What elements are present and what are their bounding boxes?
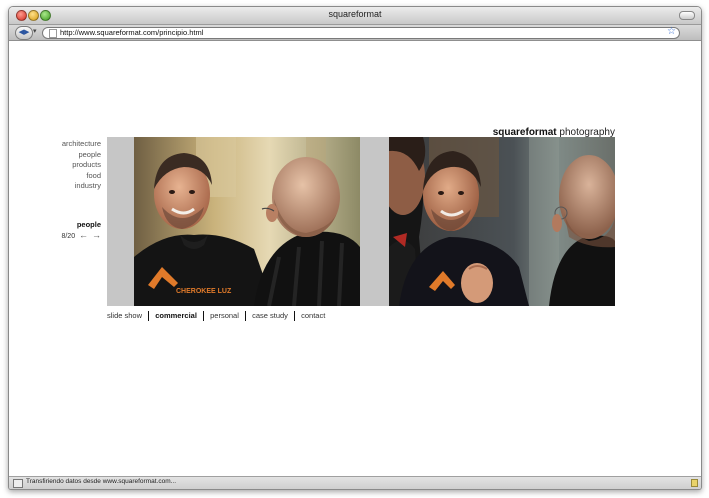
address-bar[interactable]: http://www.squareformat.com/principio.ht… [42,26,680,39]
nav-slide-show[interactable]: slide show [107,311,142,320]
page-content: squareformat photography architecture pe… [9,41,701,474]
status-bar: Transfiriendo datos desde www.squareform… [9,476,701,489]
url-text[interactable]: http://www.squareformat.com/principio.ht… [60,28,203,38]
arrow-left-icon[interactable]: ← [79,231,88,240]
toolbar-toggle-button[interactable] [679,11,695,20]
category-food[interactable]: food [39,171,101,182]
section-title: people [76,220,101,229]
gallery-photo-1[interactable]: CHEROKEE LUZ [134,137,360,306]
arrow-right-icon[interactable]: → [92,231,101,240]
category-menu: architecture people products food indust… [39,139,101,192]
category-industry[interactable]: industry [39,181,101,192]
nav-contact[interactable]: contact [301,311,325,320]
nav-personal[interactable]: personal [210,311,239,320]
back-arrow-icon: ◀▶ [18,29,30,36]
gallery-photo-2[interactable] [389,137,615,306]
category-people[interactable]: people [39,150,101,161]
category-products[interactable]: products [39,160,101,171]
nav-separator [203,311,205,322]
footer-navigation: slide show commercial personal case stud… [107,311,325,322]
nav-separator [148,311,150,322]
nav-separator [294,311,296,322]
page-counter: 8/20 [61,233,76,240]
window-title: squareformat [328,9,382,19]
resize-handle[interactable] [691,479,698,487]
history-dropdown-icon[interactable]: ▾ [33,27,37,35]
browser-window: squareformat ◀▶ ▾ http://www.squareforma… [8,6,702,490]
photo-1-image: CHEROKEE LUZ [134,137,360,306]
nav-case-study[interactable]: case study [252,311,288,320]
status-icon[interactable] [13,479,23,488]
nav-commercial[interactable]: commercial [155,311,197,320]
status-text: Transfiriendo datos desde www.squareform… [26,478,177,485]
star-icon[interactable]: ☆ [667,26,676,37]
photo-gallery: CHEROKEE LUZ [107,137,615,306]
page-icon [49,29,57,38]
category-architecture[interactable]: architecture [39,139,101,150]
nav-separator [244,311,246,322]
browser-toolbar: ◀▶ ▾ http://www.squareformat.com/princip… [9,25,701,41]
photo-2-image [389,137,615,306]
photo-1-shirt-text: CHEROKEE LUZ [176,288,232,295]
gallery-pager: 8/20 ← → [39,231,101,241]
back-button[interactable]: ◀▶ [15,26,33,40]
title-bar: squareformat [9,7,701,25]
